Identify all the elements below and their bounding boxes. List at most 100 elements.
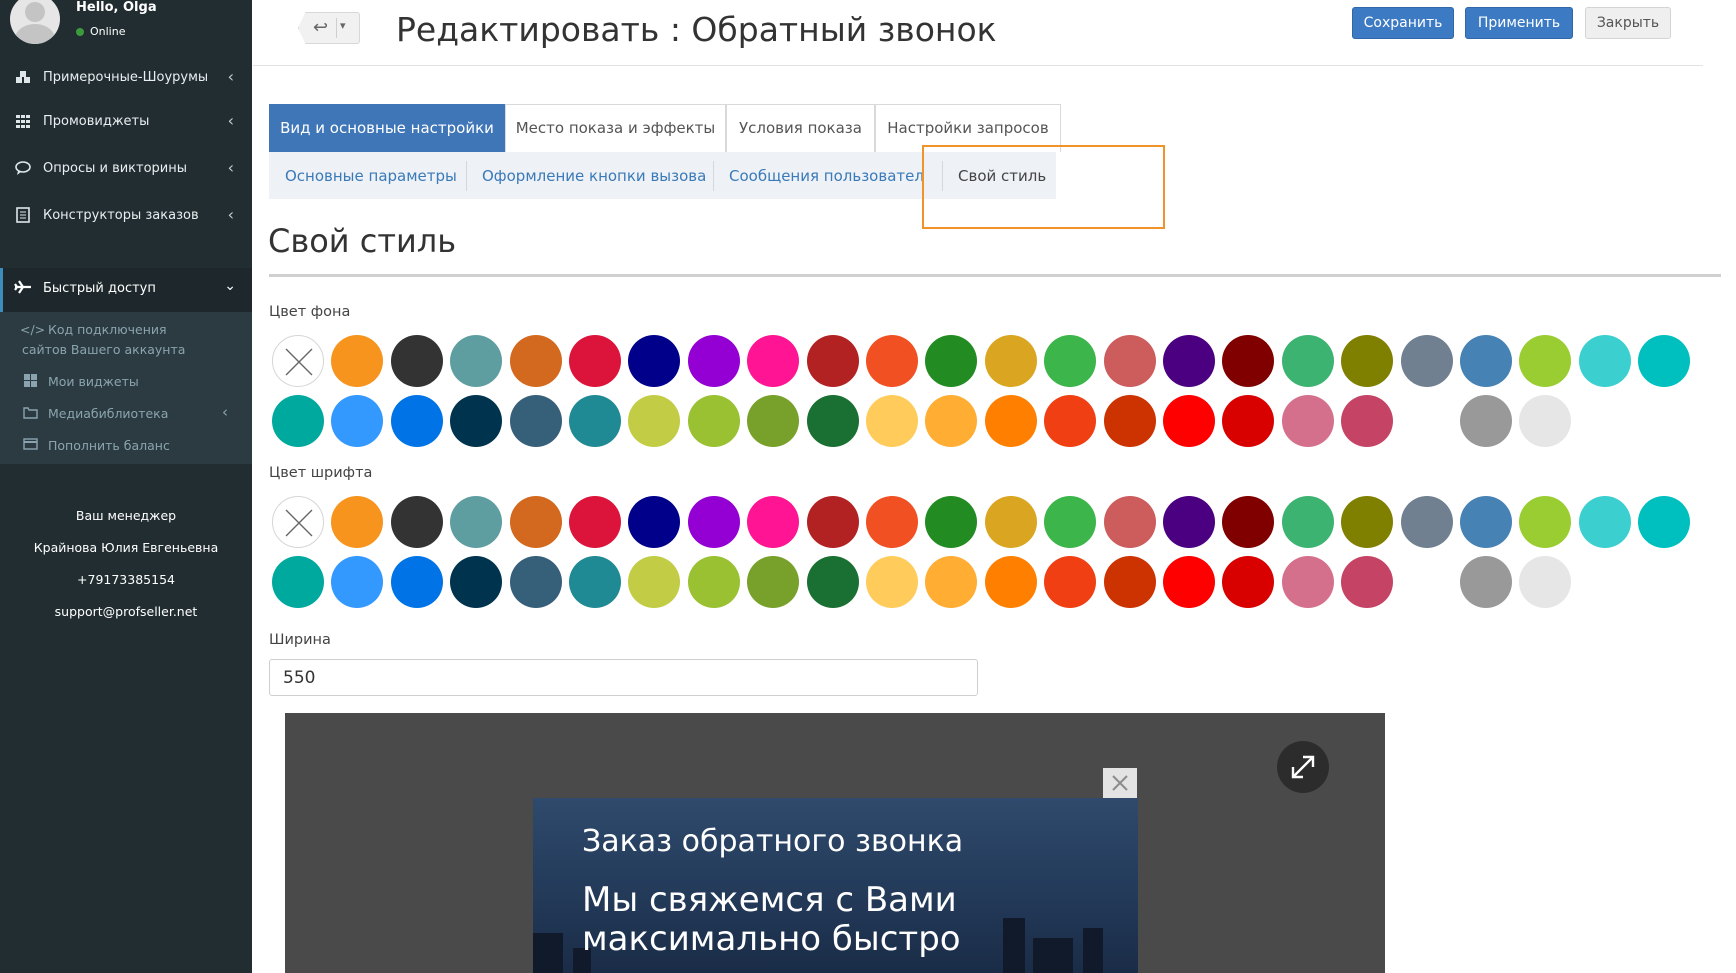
color-swatch[interactable] [1578,335,1631,387]
color-swatch[interactable] [1400,496,1453,548]
color-swatch[interactable] [866,335,918,387]
color-swatch[interactable] [687,556,740,608]
color-swatch[interactable] [866,556,918,608]
back-button[interactable]: ↩ ▾ [298,12,360,44]
color-swatch[interactable] [925,335,978,387]
color-swatch[interactable] [390,496,443,548]
subtab-user-messages[interactable]: Сообщения пользователю [729,167,923,185]
color-swatch[interactable] [331,335,384,387]
color-swatch[interactable] [1103,335,1156,387]
color-swatch[interactable] [628,395,681,447]
color-swatch[interactable] [509,496,562,548]
tab-appearance[interactable]: Вид и основные настройки [269,104,505,152]
color-swatch[interactable] [390,395,443,447]
subtab-basic-params[interactable]: Основные параметры [285,167,457,185]
color-swatch[interactable] [1222,335,1275,387]
color-swatch[interactable] [806,335,859,387]
color-swatch[interactable] [866,395,918,447]
color-swatch[interactable] [331,395,384,447]
color-swatch[interactable] [1103,395,1156,447]
apply-button[interactable]: Применить [1465,7,1573,39]
color-swatch[interactable] [569,496,621,548]
color-swatch[interactable] [1341,496,1394,548]
tab-display-conditions[interactable]: Условия показа [726,104,875,152]
color-swatch[interactable] [1638,496,1691,548]
color-swatch[interactable] [1222,556,1275,608]
sidebar-item-quick-access[interactable]: Быстрый доступ ⌄ [0,268,252,312]
color-swatch[interactable] [1519,395,1572,447]
color-swatch[interactable] [1341,395,1394,447]
modal-close-button[interactable] [1103,768,1137,798]
color-swatch[interactable] [747,556,800,608]
color-swatch[interactable] [1044,335,1097,387]
color-swatch[interactable] [331,556,384,608]
color-swatch-none[interactable] [272,496,324,548]
color-swatch[interactable] [450,496,503,548]
color-swatch[interactable] [806,556,859,608]
expand-button[interactable] [1277,741,1329,793]
color-swatch[interactable] [747,496,800,548]
color-swatch[interactable] [984,335,1037,387]
color-swatch[interactable] [925,496,978,548]
color-swatch[interactable] [1460,335,1512,387]
sidebar-item-polls[interactable]: Опросы и викторины ‹ [0,151,252,187]
color-swatch[interactable] [509,335,562,387]
width-input[interactable] [269,659,978,696]
color-swatch-none[interactable] [272,335,324,387]
color-swatch[interactable] [1638,335,1691,387]
color-swatch[interactable] [1163,496,1215,548]
color-swatch[interactable] [925,395,978,447]
color-swatch[interactable] [569,335,621,387]
color-swatch[interactable] [687,395,740,447]
color-swatch[interactable] [1281,496,1334,548]
tab-placement-effects[interactable]: Место показа и эффекты [505,104,726,152]
color-swatch[interactable] [1519,556,1572,608]
color-swatch[interactable] [1222,395,1275,447]
color-swatch[interactable] [806,496,859,548]
color-swatch[interactable] [1281,335,1334,387]
color-swatch[interactable] [1222,496,1275,548]
color-swatch[interactable] [1460,395,1512,447]
color-swatch[interactable] [1341,335,1394,387]
color-swatch[interactable] [1519,496,1572,548]
color-swatch[interactable] [272,395,324,447]
color-swatch[interactable] [687,335,740,387]
color-swatch[interactable] [569,556,621,608]
subtab-call-button-style[interactable]: Оформление кнопки вызова [482,167,706,185]
color-swatch[interactable] [1163,395,1215,447]
color-swatch[interactable] [509,556,562,608]
color-swatch[interactable] [628,556,681,608]
color-swatch[interactable] [628,496,681,548]
color-swatch[interactable] [687,496,740,548]
color-swatch[interactable] [450,395,503,447]
color-swatch[interactable] [450,556,503,608]
color-swatch[interactable] [1044,395,1097,447]
sidebar-item-promowidgets[interactable]: Промовиджеты ‹ [0,104,252,140]
color-swatch[interactable] [1103,556,1156,608]
close-button[interactable]: Закрыть [1585,7,1671,39]
color-swatch[interactable] [1281,395,1334,447]
color-swatch[interactable] [628,335,681,387]
color-swatch[interactable] [1519,335,1572,387]
save-button[interactable]: Сохранить [1352,7,1454,39]
color-swatch[interactable] [1460,496,1512,548]
color-swatch[interactable] [747,395,800,447]
color-swatch[interactable] [984,496,1037,548]
color-swatch[interactable] [1281,556,1334,608]
color-swatch[interactable] [450,335,503,387]
color-swatch[interactable] [984,395,1037,447]
color-swatch[interactable] [1044,496,1097,548]
color-swatch[interactable] [509,395,562,447]
color-swatch[interactable] [1163,335,1215,387]
color-swatch[interactable] [1460,556,1512,608]
color-swatch[interactable] [1341,556,1394,608]
color-swatch[interactable] [1400,335,1453,387]
color-swatch[interactable] [1163,556,1215,608]
color-swatch[interactable] [390,335,443,387]
sidebar-item-order-builders[interactable]: Конструкторы заказов ‹ [0,198,252,234]
sidebar-item-showrooms[interactable]: Примерочные-Шоурумы ‹ [0,60,252,96]
color-swatch[interactable] [272,556,324,608]
color-swatch[interactable] [331,496,384,548]
color-swatch[interactable] [1578,496,1631,548]
color-swatch[interactable] [1044,556,1097,608]
